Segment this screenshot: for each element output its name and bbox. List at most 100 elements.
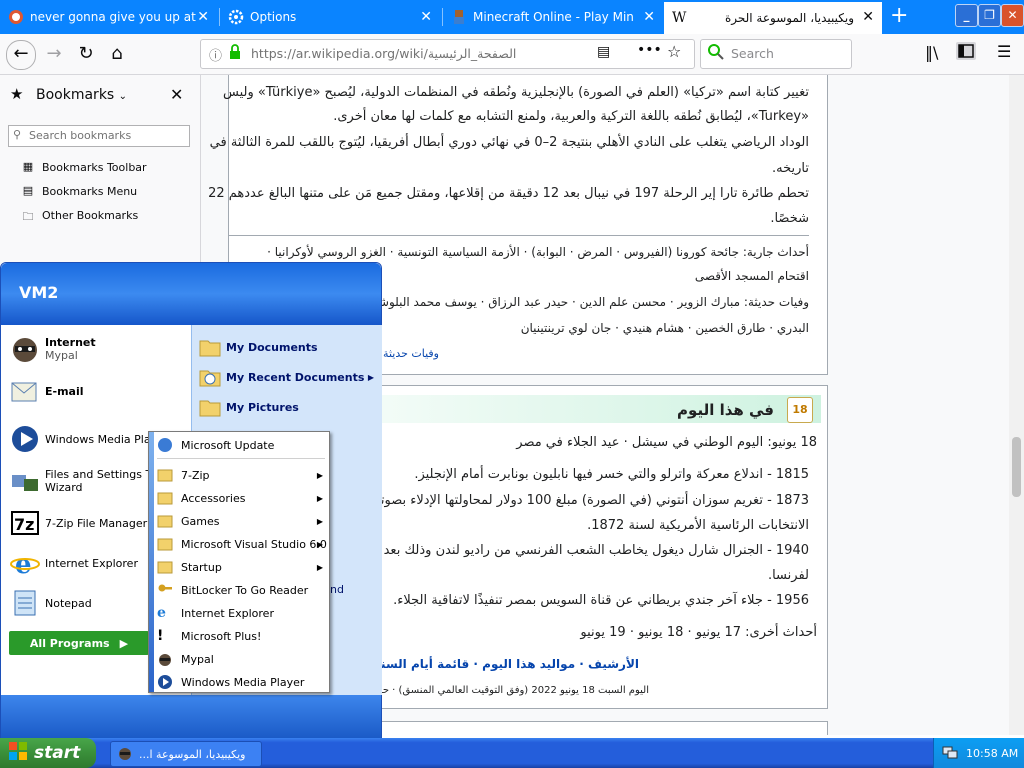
minecraft-icon: [451, 9, 467, 25]
bookmarks-search-input[interactable]: ⚲ Search bookmarks: [8, 125, 190, 147]
submenu-arrow-icon: ▶: [316, 539, 323, 549]
start-item-7zip[interactable]: 7z 7-Zip File Manager: [9, 507, 147, 539]
start-item-wmp[interactable]: Windows Media Player: [9, 423, 168, 455]
start-item-label: Internet Explorer: [45, 556, 138, 570]
start-item-email[interactable]: E-mail: [9, 375, 84, 407]
submenu-strip: [149, 432, 154, 692]
program-item-bitlocker[interactable]: BitLocker To Go Reader: [157, 579, 327, 601]
start-item-ie[interactable]: e Internet Explorer: [9, 547, 138, 580]
bookmark-item-toolbar[interactable]: ▦ Bookmarks Toolbar: [20, 158, 147, 176]
start-item-label: My Recent Documents: [226, 370, 365, 384]
chevron-down-icon: ⌄: [118, 91, 128, 102]
tab-minecraft[interactable]: Minecraft Online - Play Minecraft ✕: [443, 2, 663, 32]
taskbar-item-browser[interactable]: ويكيبيديا، الموسوعة ا...: [110, 741, 262, 767]
new-tab-button[interactable]: +: [890, 4, 908, 28]
url-text[interactable]: https://ar.wikipedia.org/wiki/الصفحة_الر…: [251, 46, 516, 61]
tab-duckduckgo[interactable]: never gonna give you up at Duck ✕: [0, 2, 217, 32]
program-item-visual-studio[interactable]: Microsoft Visual Studio 6.0 ▶: [157, 533, 327, 555]
divider: [228, 235, 809, 236]
program-item-games[interactable]: Games ▶: [157, 510, 327, 532]
program-item-7zip[interactable]: 7-Zip ▶: [157, 464, 327, 486]
otd-archive-links[interactable]: الأرشيف · مواليد هذا اليوم · قائمة أيام …: [374, 657, 639, 671]
search-bar[interactable]: Search: [700, 39, 852, 69]
program-label: Windows Media Player: [181, 675, 305, 689]
hamburger-menu-icon[interactable]: ☰: [997, 42, 1011, 61]
library-icon[interactable]: ‖\: [925, 43, 938, 62]
gear-icon: [228, 9, 244, 25]
wikipedia-icon: W: [672, 10, 687, 26]
submenu-arrow-icon: ▶: [367, 372, 374, 382]
close-tab-icon[interactable]: ✕: [643, 9, 655, 25]
toolbar-folder-icon: ▦: [22, 160, 34, 173]
program-group-icon: [157, 513, 173, 529]
start-item-notepad[interactable]: Notepad: [9, 587, 92, 619]
close-window-button[interactable]: ✕: [1001, 4, 1024, 27]
scrollbar-thumb[interactable]: [1012, 437, 1021, 497]
otd-item: الانتخابات الرئاسية الأمريكية لسنة 1872.: [587, 518, 809, 533]
system-tray: 10:58 AM: [933, 738, 1024, 768]
close-sidebar-icon[interactable]: ✕: [170, 85, 183, 104]
program-item-wmp[interactable]: Windows Media Player: [157, 671, 327, 693]
start-item-internet[interactable]: Internet Mypal: [9, 333, 96, 365]
bookmark-item-menu[interactable]: ▤ Bookmarks Menu: [20, 182, 137, 200]
start-item-my-documents[interactable]: My Documents: [198, 335, 318, 359]
programs-submenu: Microsoft Update 7-Zip ▶ Accessories ▶ Gam…: [148, 431, 330, 693]
tab-options[interactable]: Options ✕: [220, 2, 440, 32]
url-bar[interactable]: ⓘ https://ar.wikipedia.org/wiki/الصفحة_ا…: [200, 39, 695, 69]
submenu-arrow-icon: ▶: [316, 562, 323, 572]
recent-deaths-link[interactable]: وفيات حديثة: [383, 347, 439, 360]
close-tab-icon[interactable]: ✕: [197, 9, 209, 25]
start-label: start: [34, 743, 81, 763]
start-item-recent-documents[interactable]: My Recent Documents ▶: [198, 365, 378, 389]
bookmark-item-other[interactable]: 🗀 Other Bookmarks: [20, 206, 139, 224]
close-tab-icon[interactable]: ✕: [862, 9, 874, 25]
reload-icon: ↻: [78, 43, 94, 64]
tab-label: Options: [250, 10, 297, 24]
search-placeholder: Search: [731, 46, 774, 61]
back-button[interactable]: ←: [6, 40, 36, 70]
program-label: Microsoft Plus!: [181, 629, 262, 643]
raccoon-icon: [117, 745, 133, 764]
sidebar-toggle-icon[interactable]: [956, 42, 976, 60]
bookmark-item-label: Bookmarks Toolbar: [42, 160, 147, 174]
tab-wikipedia[interactable]: W ويكيبيديا، الموسوعة الحرة ✕: [664, 2, 882, 34]
maximize-button[interactable]: ❐: [978, 4, 1001, 27]
green-arrow-icon: ▶: [119, 636, 129, 650]
key-icon: [157, 582, 173, 598]
start-item-label: E-mail: [45, 384, 84, 398]
lock-icon: [229, 44, 241, 63]
clock: 10:58 AM: [966, 746, 1019, 760]
info-icon[interactable]: ⓘ: [209, 45, 222, 64]
program-item-startup[interactable]: Startup ▶: [157, 556, 327, 578]
reload-button[interactable]: ↻: [72, 40, 100, 68]
minimize-button[interactable]: _: [955, 4, 978, 27]
network-icon[interactable]: [942, 744, 958, 763]
program-group-icon: [157, 559, 173, 575]
reader-view-icon[interactable]: ▤: [597, 44, 610, 60]
forward-button[interactable]: →: [40, 40, 68, 68]
start-button[interactable]: start: [0, 738, 96, 768]
taskbar-item-label: ويكيبيديا، الموسوعة ا...: [139, 747, 246, 761]
program-label: Games: [181, 514, 220, 528]
7zip-icon: 7z: [9, 507, 41, 539]
program-item-accessories[interactable]: Accessories ▶: [157, 487, 327, 509]
star-bookmark-icon[interactable]: ☆: [667, 42, 681, 61]
taskbar: start ويكيبيديا، الموسوعة ا... 10:58 AM: [0, 738, 1024, 768]
nav-bar: ← → ↻ ⌂ ⓘ https://ar.wikipedia.org/wiki/…: [0, 34, 1024, 75]
raccoon-icon: [157, 651, 173, 667]
program-item-ie[interactable]: e Internet Explorer: [157, 602, 327, 624]
program-item-microsoft-update[interactable]: Microsoft Update: [157, 434, 327, 456]
sidebar-title[interactable]: Bookmarks ⌄: [36, 87, 127, 103]
page-scrollbar[interactable]: [1009, 75, 1024, 735]
start-item-partial[interactable]: nd: [330, 583, 344, 596]
news-item: تغيير كتابة اسم «تركيا» (العلم في الصورة…: [223, 85, 809, 100]
program-item-plus[interactable]: ! Microsoft Plus!: [157, 625, 327, 647]
start-menu-footer: [1, 695, 381, 739]
program-item-mypal[interactable]: Mypal: [157, 648, 327, 670]
home-button[interactable]: ⌂: [103, 40, 131, 68]
all-programs-button[interactable]: All Programs ▶: [9, 631, 149, 655]
close-tab-icon[interactable]: ✕: [420, 9, 432, 25]
page-actions-icon[interactable]: •••: [637, 42, 662, 58]
start-item-my-pictures[interactable]: My Pictures: [198, 395, 299, 419]
submenu-arrow-icon: ▶: [316, 470, 323, 480]
